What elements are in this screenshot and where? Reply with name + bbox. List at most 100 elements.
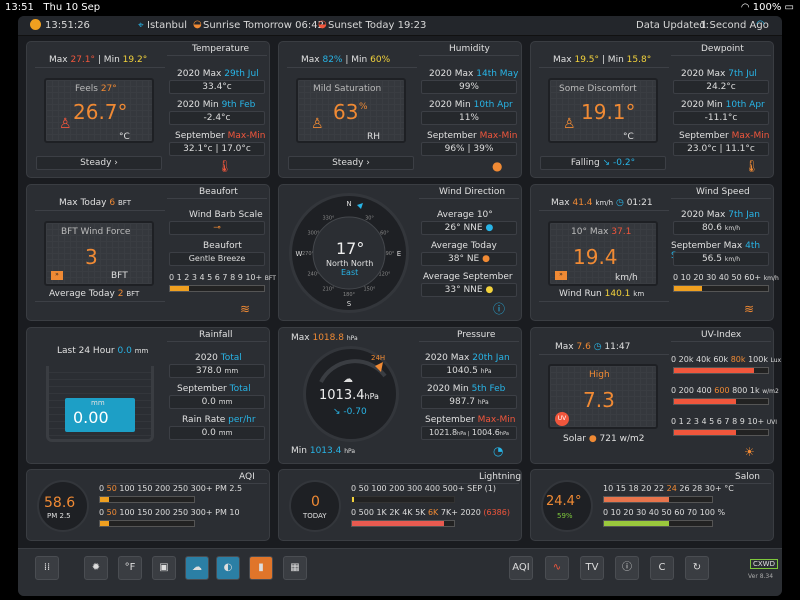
info-icon[interactable]: ⓘ: [493, 300, 505, 317]
uv-value: 7.3: [583, 388, 615, 412]
info-button[interactable]: ⓘ: [615, 556, 639, 580]
pressure-card[interactable]: Pressure Max 1018.8 hPa 24H ☁ 1013.4hPa …: [278, 327, 522, 464]
year-strikes-scale: 0 500 1K 2K 4K 5K 6K 7K+ 2020 (6386): [351, 508, 510, 517]
pm25-bar-fill: [100, 497, 110, 502]
windspeed-bar-fill: [674, 286, 703, 291]
solar-bar-fill: [674, 399, 737, 404]
gauge-icon: ◔: [493, 444, 504, 458]
salon-temp-bar: [603, 496, 713, 503]
temperature-value: 26.7°: [73, 100, 128, 124]
moon-button[interactable]: ◐: [216, 556, 240, 580]
beaufort-bar-fill: [170, 286, 189, 291]
humidity-card[interactable]: Humidity Max 82% | Min 60% Mild Saturati…: [278, 41, 522, 178]
location[interactable]: Istanbul: [147, 20, 187, 31]
tv-button[interactable]: TV: [580, 556, 604, 580]
aqi-card[interactable]: AQI 58.6 PM 2.5 0 50 100 150 200 250 300…: [26, 469, 270, 541]
uvi-bar: [673, 429, 769, 436]
temperature-card[interactable]: Temperature Max 27.1° | Min 19.2° Feels …: [26, 41, 270, 178]
card-title: Wind Direction: [439, 187, 506, 197]
rain-rate-row: Rain Rate per/hr: [182, 415, 256, 425]
month-value: 23.0°c | 11.1°c: [673, 142, 769, 156]
windspeed-value: 19.4: [573, 245, 618, 269]
month-strikes-bar-fill: [352, 497, 354, 502]
wifi-icon: ◠: [756, 19, 765, 30]
compass-degree-150: 150°: [363, 287, 376, 293]
max-min: Max 19.5° | Min 15.8°: [553, 55, 652, 65]
lux-bar-fill: [674, 368, 754, 373]
card-title: AQI: [239, 472, 255, 482]
person-icon: ♙: [59, 116, 72, 132]
top-bar: 13:51:26 ⌖ Istanbul ◒ Sunrise Tomorrow 0…: [18, 16, 782, 36]
lightning-card[interactable]: Lightning 0 TODAY 0 50 100 200 300 400 5…: [278, 469, 522, 541]
beaufort-subtitle: BFT Wind Force: [61, 227, 131, 237]
salon-temperature: 24.4°: [546, 494, 582, 509]
card-title: Lightning: [479, 472, 522, 482]
trend-field[interactable]: Falling ↘ -0.2°: [540, 156, 666, 170]
salon-hum-bar-fill: [604, 521, 669, 526]
system-time: 13:51: [5, 2, 34, 13]
avg-10-label: Average 10°: [437, 210, 493, 220]
max-min: Max 27.1° | Min 19.2°: [49, 55, 148, 65]
aqi-value: 58.6: [44, 495, 76, 511]
location-pin-icon: ⌖: [138, 20, 144, 31]
brand-logo: CXWD: [750, 559, 778, 569]
wind-icon: »: [555, 271, 567, 280]
pulse-button[interactable]: ∿: [545, 556, 569, 580]
sun-button[interactable]: ✹: [84, 556, 108, 580]
apps-grid-button[interactable]: ⁞⁞: [35, 556, 59, 580]
card-title: UV-Index: [701, 330, 742, 340]
wind-direction-name: North North: [326, 259, 374, 268]
cube-button[interactable]: ▣: [152, 556, 176, 580]
aqi-button[interactable]: AQI: [509, 556, 533, 580]
current-time: 13:51:26: [45, 20, 90, 31]
version-label: Ver 8.34: [748, 573, 774, 580]
dewpoint-description: Some Discomfort: [559, 84, 637, 94]
calendar-button[interactable]: ▦: [283, 556, 307, 580]
wind-barb-label: Wind Barb Scale: [189, 210, 263, 220]
refresh-button[interactable]: ↻: [685, 556, 709, 580]
rainfall-card[interactable]: Rainfall Last 24 Hour 0.0 mm mm 0.00 202…: [26, 327, 270, 464]
beaufort-card[interactable]: Beaufort Max Today 6 BFT BFT Wind Force …: [26, 184, 276, 321]
humidity-value: 63: [333, 100, 359, 124]
salon-card[interactable]: Salon 24.4° 59% 10 15 18 20 22 24 26 28 …: [530, 469, 774, 541]
system-indicators: ◠ 100% ▭: [740, 2, 794, 13]
sunrise-icon: ◒: [193, 19, 202, 30]
card-title: Rainfall: [199, 330, 233, 340]
trend-field[interactable]: Steady ›: [36, 156, 162, 170]
wind-direction-name-2: East: [341, 268, 359, 277]
year-max-value: 80.6 km/h: [673, 221, 769, 235]
thermometer-icon: 🌡︎: [217, 159, 233, 173]
year-total-row: 2020 Total: [195, 353, 242, 363]
year-strikes-bar: [351, 520, 455, 527]
beaufort-bar: [169, 285, 265, 292]
wind-speed-card[interactable]: Wind Speed Max 41.4 km/h ◷ 01:21 10° Max…: [530, 184, 779, 321]
clock-icon: [30, 19, 41, 30]
wind-degree: 17°: [336, 239, 365, 258]
trend-field[interactable]: Steady ›: [288, 156, 414, 170]
lux-scale: 0 20k 40k 60k 80k 100k Lux: [671, 355, 782, 364]
month-strikes-bar: [351, 496, 455, 503]
ten-min-max: 10° Max 37.1: [571, 227, 632, 237]
compass-label-n: N: [346, 200, 351, 208]
average-today: Average Today 2 BFT: [49, 289, 140, 299]
cloud-button[interactable]: ☁: [185, 556, 209, 580]
fahrenheit-button[interactable]: °F: [118, 556, 142, 580]
year-min-value: 11%: [421, 111, 517, 125]
year-min-row: 2020 Min 5th Feb: [427, 384, 506, 394]
beaufort-description: Gentle Breeze: [169, 252, 265, 266]
humidity-description: Mild Saturation: [313, 84, 382, 94]
pressure-tag: 24H: [371, 354, 386, 362]
salon-temp-scale: 10 15 18 20 22 24 26 28 30+ °C: [603, 484, 734, 493]
salon-humidity: 59%: [557, 512, 573, 520]
uv-index-card[interactable]: UV-Index Max 7.6 ◷ 11:47 High 7.3 UV Sol…: [530, 327, 781, 464]
compass-degree-210: 210°: [322, 287, 335, 293]
month-total-row: September Total: [177, 384, 251, 394]
lightning-value: 0: [311, 494, 320, 510]
chart-button[interactable]: ▮: [249, 556, 273, 580]
wind-direction-card[interactable]: Wind Direction N E S W 30° 60° 90° 120° 150° 180°…: [278, 184, 522, 321]
c-button[interactable]: C: [650, 556, 674, 580]
dewpoint-value: 19.1°: [581, 100, 636, 124]
dewpoint-card[interactable]: Dewpoint Max 19.5° | Min 15.8° Some Disc…: [530, 41, 774, 178]
year-max-value: 24.2°c: [673, 80, 769, 94]
wind-arrow-icon: [357, 203, 363, 209]
